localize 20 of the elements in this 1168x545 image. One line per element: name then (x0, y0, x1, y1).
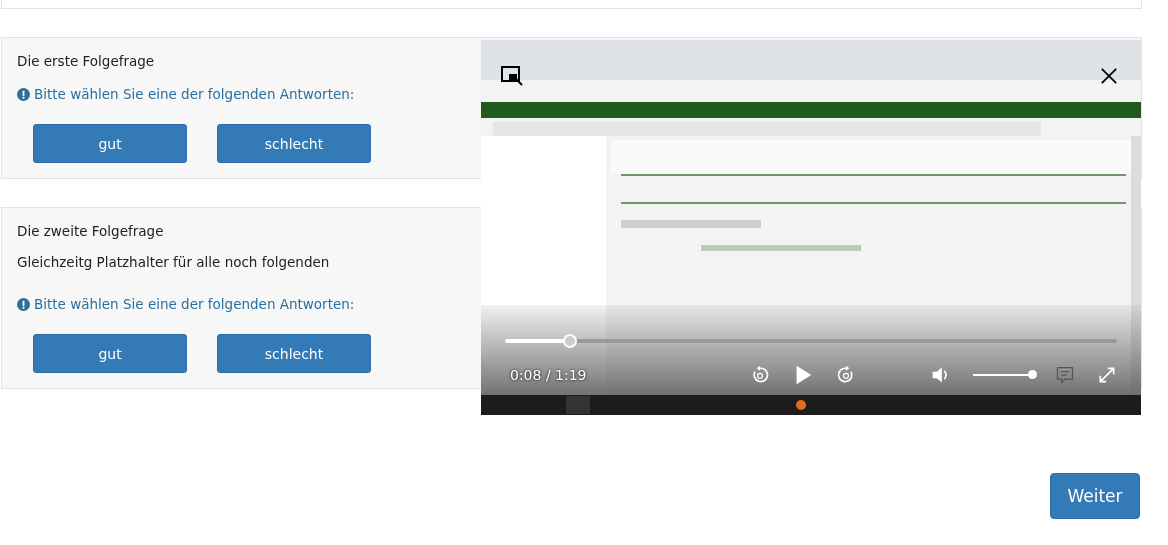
answer-button[interactable]: gut (33, 124, 187, 163)
exclamation-icon (17, 297, 30, 311)
rewind-icon[interactable] (750, 365, 770, 385)
hint-text: Bitte wählen Sie eine der folgenden Antworten: (34, 86, 355, 102)
question-text: Gleichzeitg Platzhalter für alle noch folgenden (17, 254, 331, 270)
next-button[interactable]: Weiter (1050, 473, 1140, 519)
picture-in-picture-icon[interactable] (501, 66, 523, 86)
question-title: Die erste Folgefrage (17, 53, 156, 69)
progress-slider[interactable] (505, 334, 1117, 348)
answer-button[interactable]: schlecht (217, 124, 371, 163)
hint-text: Bitte wählen Sie eine der folgenden Antworten: (34, 296, 355, 312)
fullscreen-icon[interactable] (1097, 365, 1117, 385)
forward-icon[interactable] (836, 365, 856, 385)
time-display: 0:08 / 1:19 (509, 367, 588, 383)
answer-button[interactable]: gut (33, 334, 187, 373)
captions-icon[interactable] (1055, 365, 1075, 385)
answer-button[interactable]: schlecht (217, 334, 371, 373)
exclamation-icon (17, 87, 30, 101)
close-icon[interactable] (1100, 67, 1118, 85)
question-title: Die zweite Folgefrage (17, 223, 165, 239)
